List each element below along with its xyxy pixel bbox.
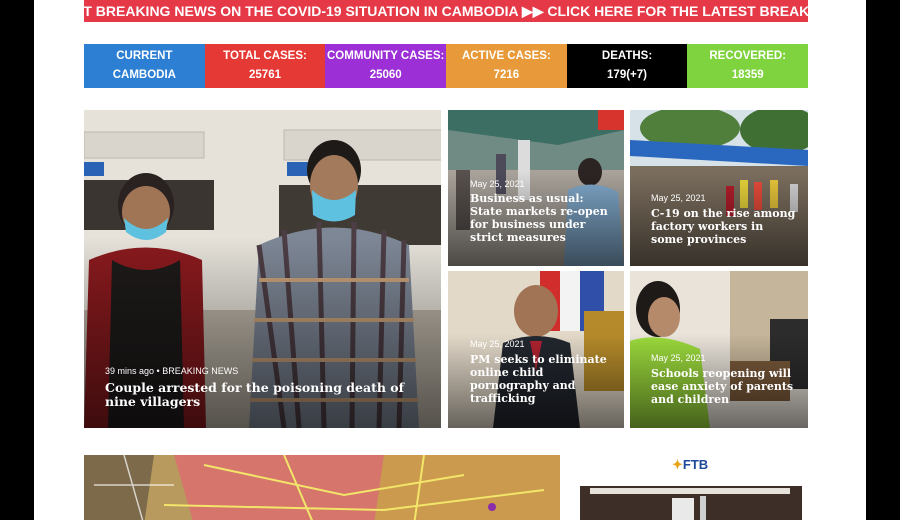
tile-date: May 25, 2021	[470, 339, 525, 349]
stat-community-cases: COMMUNITY CASES: 25060	[325, 44, 447, 88]
page: ST BREAKING NEWS ON THE COVID-19 SITUATI…	[34, 0, 866, 520]
tile-headline[interactable]: Business as usual: State markets re-open…	[470, 192, 610, 244]
stat-deaths: DEATHS: 179(+7)	[566, 44, 688, 88]
stat-value: COVID-19 TOTALS:	[91, 88, 197, 100]
covid-map[interactable]	[84, 455, 560, 520]
story-tile-schools[interactable]: May 25, 2021 Schools reopening will ease…	[630, 271, 808, 428]
stat-label: DEATHS:	[601, 50, 653, 62]
tile-headline[interactable]: PM seeks to eliminate online child porno…	[470, 353, 610, 405]
featured-time: 39 mins ago	[105, 366, 155, 376]
stat-label: COMMUNITY CASES:	[327, 50, 445, 62]
tile-date: May 25, 2021	[651, 353, 706, 363]
stat-value: 25060	[369, 69, 402, 81]
ftb-logo[interactable]: ✦FTB	[672, 457, 708, 473]
ftb-logo-mark: ✦	[672, 457, 683, 472]
story-tile-markets[interactable]: May 25, 2021 Business as usual: State ma…	[448, 110, 624, 266]
stat-label: CURRENT CAMBODIA	[112, 50, 176, 81]
stat-value: 18359	[731, 69, 764, 81]
stat-value: 7216	[493, 69, 520, 81]
tile-headline[interactable]: Schools reopening will ease anxiety of p…	[651, 367, 801, 406]
covid-stats-bar: CURRENT CAMBODIA COVID-19 TOTALS: TOTAL …	[84, 44, 809, 100]
stat-label: RECOVERED:	[709, 50, 787, 62]
stat-label: TOTAL CASES:	[223, 50, 307, 62]
ftb-logo-text: FTB	[682, 457, 709, 472]
ticker-text[interactable]: ST BREAKING NEWS ON THE COVID-19 SITUATI…	[84, 1, 808, 21]
featured-headline[interactable]: Couple arrested for the poisoning death …	[105, 381, 405, 409]
breaking-news-ticker[interactable]: ST BREAKING NEWS ON THE COVID-19 SITUATI…	[84, 0, 808, 22]
featured-meta: 39 mins ago • BREAKING NEWS	[105, 366, 238, 376]
tile-date: May 25, 2021	[470, 179, 525, 189]
ad-photo-image	[580, 486, 802, 520]
stat-total-cases: TOTAL CASES: 25761	[204, 44, 326, 88]
stat-recovered: RECOVERED: 18359	[687, 44, 809, 88]
story-tile-pm[interactable]: May 25, 2021 PM seeks to eliminate onlin…	[448, 271, 624, 428]
featured-category[interactable]: BREAKING NEWS	[162, 366, 238, 376]
tile-headline[interactable]: C-19 on the rise among factory workers i…	[651, 207, 796, 246]
stat-label: ACTIVE CASES:	[461, 50, 551, 62]
stat-value: 179(+7)	[607, 69, 647, 81]
story-tile-factory-workers[interactable]: May 25, 2021 C-19 on the rise among fact…	[630, 110, 808, 266]
map-image	[84, 455, 560, 520]
stat-current-totals: CURRENT CAMBODIA COVID-19 TOTALS:	[84, 44, 205, 100]
ad-banner-photo[interactable]	[580, 486, 802, 520]
stat-value: 25761	[249, 69, 281, 81]
tile-date: May 25, 2021	[651, 193, 706, 203]
featured-story[interactable]: 39 mins ago • BREAKING NEWS Couple arres…	[84, 110, 441, 428]
stat-active-cases: ACTIVE CASES: 7216	[446, 44, 567, 88]
